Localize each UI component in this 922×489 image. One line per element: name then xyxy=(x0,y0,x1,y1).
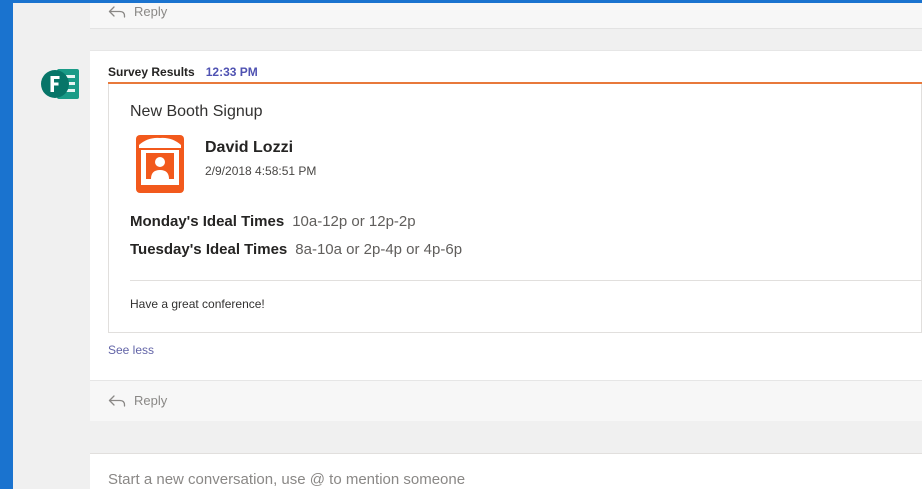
thread-reply-bar: Reply xyxy=(90,380,922,421)
fact-label: Monday's Ideal Times xyxy=(130,213,285,230)
card-title: New Booth Signup xyxy=(130,103,263,120)
previous-reply-button[interactable]: Reply xyxy=(108,4,167,19)
message-timestamp: 12:33 PM xyxy=(205,65,258,79)
fact-label: Tuesday's Ideal Times xyxy=(130,241,288,258)
fact-row: Tuesday's Ideal Times 8a-10a or 2p-4p or… xyxy=(130,241,462,258)
fact-row: Monday's Ideal Times 10a-12p or 12p-2p xyxy=(130,213,416,230)
reply-arrow-icon xyxy=(108,5,126,18)
person-name: David Lozzi xyxy=(205,139,294,156)
compose-placeholder[interactable]: Start a new conversation, use @ to menti… xyxy=(108,471,465,488)
fact-value: 8a-10a or 2p-4p or 4p-6p xyxy=(295,241,463,258)
card-footer-text: Have a great conference! xyxy=(130,297,265,311)
booth-icon xyxy=(136,135,184,193)
compose-box[interactable]: Start a new conversation, use @ to menti… xyxy=(90,453,922,489)
message-header: Survey Results 12:33 PM xyxy=(108,65,258,79)
previous-thread-reply-bar: Reply xyxy=(90,3,922,29)
reply-button[interactable]: Reply xyxy=(108,393,167,408)
reply-label: Reply xyxy=(134,393,168,408)
reply-arrow-icon xyxy=(108,394,126,407)
reply-label: Reply xyxy=(134,4,168,19)
adaptive-card: New Booth Signup David Lozzi 2/9/2018 4:… xyxy=(108,84,922,333)
submission-date: 2/9/2018 4:58:51 PM xyxy=(205,164,317,178)
card-divider xyxy=(130,280,922,281)
fact-value: 10a-12p or 12p-2p xyxy=(292,213,416,230)
see-less-link[interactable]: See less xyxy=(108,343,154,357)
microsoft-forms-icon xyxy=(41,69,79,99)
window-frame-left xyxy=(0,0,13,489)
conversation-pane: Reply Survey Results 12:33 PM New Booth … xyxy=(13,3,922,489)
sender-name[interactable]: Survey Results xyxy=(108,65,195,79)
message-thread: Survey Results 12:33 PM New Booth Signup… xyxy=(90,50,922,421)
